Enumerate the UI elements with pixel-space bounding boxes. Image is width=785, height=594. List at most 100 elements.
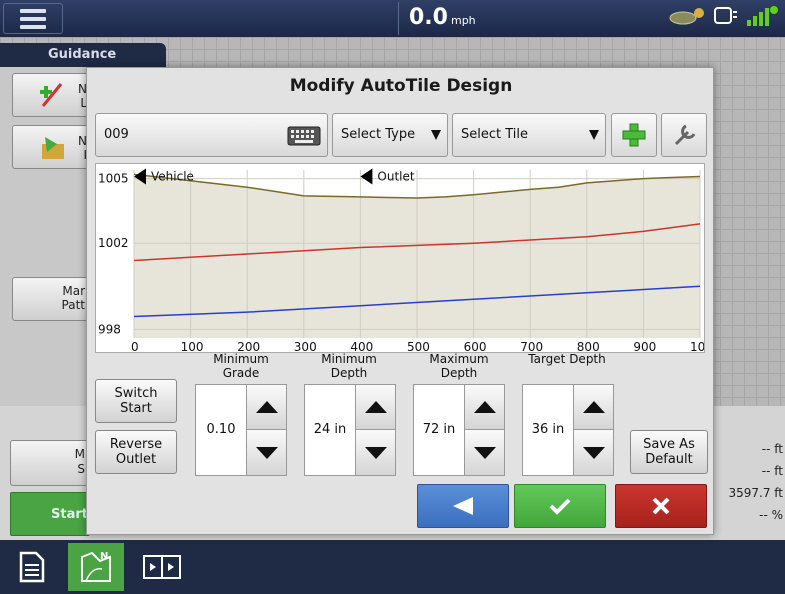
left-button-label: Mar Patt <box>61 284 85 312</box>
design-name-value: 009 <box>104 127 129 142</box>
nav-split[interactable] <box>134 543 190 591</box>
tile-select[interactable]: Select Tile <box>452 113 606 157</box>
top-bar: 0.0 mph <box>0 0 785 37</box>
menu-button[interactable] <box>3 3 63 34</box>
left-button-2[interactable]: N I <box>12 125 92 169</box>
x-tick-label: 300 <box>294 340 317 352</box>
x-tick-label: 0 <box>131 340 139 352</box>
target-depth-up-button[interactable] <box>573 385 613 430</box>
switch-start-label: Switch Start <box>114 386 158 416</box>
down-arrow-icon <box>255 446 278 459</box>
save-as-default-label: Save As Default <box>643 437 695 467</box>
min-grade-label: Minimum Grade <box>213 352 269 380</box>
up-arrow-icon <box>582 401 605 413</box>
x-tick-label: 700 <box>520 340 543 352</box>
target-depth-value[interactable]: 36 in <box>523 385 573 475</box>
up-arrow-icon <box>473 401 496 413</box>
new-line-icon <box>40 83 63 107</box>
chevron-down-icon <box>431 130 441 140</box>
reverse-outlet-button[interactable]: Reverse Outlet <box>95 430 177 474</box>
guidance-tab[interactable]: Guidance <box>0 43 166 67</box>
menu-icon <box>20 8 46 13</box>
close-icon <box>652 497 670 515</box>
plus-icon <box>622 123 646 147</box>
nav-map[interactable]: N <box>68 543 124 591</box>
gps-signal-icon[interactable] <box>745 4 779 28</box>
x-tick-label: 500 <box>407 340 430 352</box>
x-tick-label: 200 <box>237 340 260 352</box>
settings-button[interactable] <box>661 113 707 157</box>
y-tick-label: 998 <box>98 322 121 336</box>
down-arrow-icon <box>473 446 496 459</box>
speed-unit: mph <box>450 14 476 27</box>
accept-button[interactable] <box>514 484 606 528</box>
y-tick-label: 1005 <box>98 172 129 186</box>
min-grade-stepper[interactable]: 0.10 <box>195 384 287 476</box>
status-icons <box>667 4 779 28</box>
chevron-down-icon <box>589 130 599 140</box>
marker-label: Outlet <box>377 169 414 183</box>
min-depth-up-button[interactable] <box>355 385 395 430</box>
reverse-outlet-label: Reverse Outlet <box>109 437 163 467</box>
add-tile-button[interactable] <box>611 113 657 157</box>
min-depth-value[interactable]: 24 in <box>305 385 355 475</box>
min-grade-value[interactable]: 0.10 <box>196 385 246 475</box>
down-arrow-icon <box>582 446 605 459</box>
type-select-value: Select Type <box>341 127 416 142</box>
type-select[interactable]: Select Type <box>332 113 448 157</box>
profile-chart: 1005 1002 998 0 100 200 300 400 500 600 700 800 900 1… <box>95 163 705 354</box>
down-arrow-icon <box>364 446 387 459</box>
x-tick-label: 400 <box>350 340 373 352</box>
svg-text:N: N <box>100 551 108 562</box>
x-tick-label: 800 <box>577 340 600 352</box>
save-as-default-button[interactable]: Save As Default <box>630 430 708 474</box>
document-icon <box>19 551 45 583</box>
start-button[interactable]: Start <box>10 492 90 536</box>
modify-autotile-dialog: Modify AutoTile Design 009 Select Type S… <box>86 67 714 535</box>
marker-arrow <box>360 168 373 185</box>
min-grade-down-button[interactable] <box>246 430 286 475</box>
min-depth-down-button[interactable] <box>355 430 395 475</box>
m-button-label: M S <box>74 447 85 476</box>
bottom-nav-bar: N <box>0 540 785 594</box>
x-tick-label: 100 <box>181 340 204 352</box>
max-depth-up-button[interactable] <box>464 385 504 430</box>
cancel-button[interactable] <box>615 484 707 528</box>
y-tick-label: 1002 <box>98 236 129 250</box>
x-tick-label: 900 <box>633 340 656 352</box>
implement-icon[interactable] <box>667 5 707 27</box>
nav-reports[interactable] <box>4 543 60 591</box>
min-grade-up-button[interactable] <box>246 385 286 430</box>
split-view-icon <box>143 555 181 579</box>
max-depth-down-button[interactable] <box>464 430 504 475</box>
left-arrow-icon <box>453 497 473 515</box>
dialog-title: Modify AutoTile Design <box>289 76 513 96</box>
min-depth-stepper[interactable]: 24 in <box>304 384 396 476</box>
up-arrow-icon <box>255 401 278 413</box>
left-button-m[interactable]: M S <box>10 440 90 486</box>
display-icon[interactable] <box>713 5 739 27</box>
up-arrow-icon <box>364 401 387 413</box>
right-value-3: 3597.7 ft <box>728 486 783 500</box>
wrench-icon <box>674 124 696 146</box>
switch-start-button[interactable]: Switch Start <box>95 379 177 423</box>
left-button-pattern[interactable]: Mar Patt <box>12 277 92 321</box>
right-value-2: -- ft <box>761 464 783 478</box>
max-depth-value[interactable]: 72 in <box>414 385 464 475</box>
max-depth-label: Maximum Depth <box>429 352 489 380</box>
back-button[interactable] <box>417 484 509 528</box>
x-tick-label: 600 <box>464 340 487 352</box>
marker-label: Vehicle <box>151 169 194 183</box>
min-depth-label: Minimum Depth <box>321 352 377 380</box>
target-depth-down-button[interactable] <box>573 430 613 475</box>
open-folder-icon <box>42 137 64 159</box>
x-tick-label: 10 <box>690 340 704 352</box>
right-value-4: -- % <box>759 508 783 522</box>
field-map-icon: N <box>81 551 111 582</box>
keyboard-icon[interactable] <box>287 125 321 147</box>
design-name-field[interactable]: 009 <box>95 113 328 157</box>
target-depth-stepper[interactable]: 36 in <box>522 384 614 476</box>
max-depth-stepper[interactable]: 72 in <box>413 384 505 476</box>
check-icon <box>549 498 571 515</box>
left-button-1[interactable]: N L <box>12 73 92 117</box>
